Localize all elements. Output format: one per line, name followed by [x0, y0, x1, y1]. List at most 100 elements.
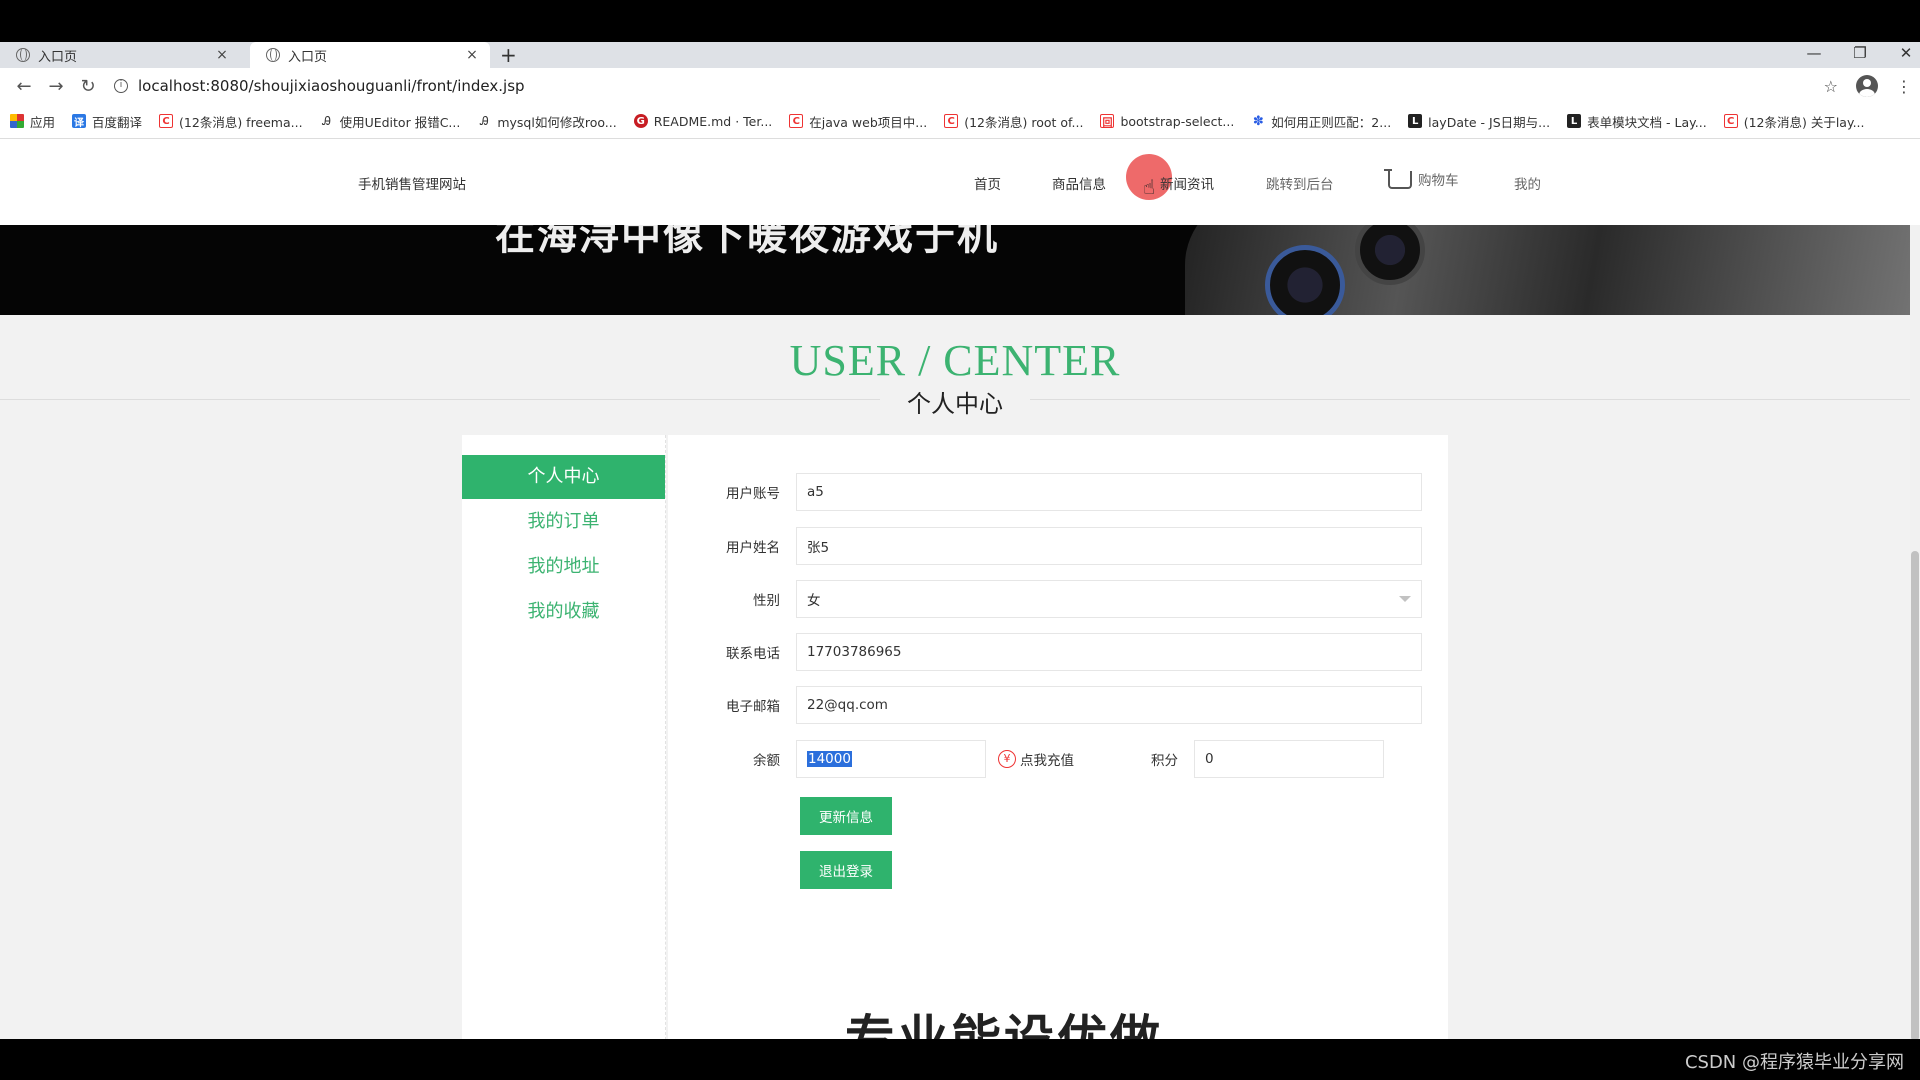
globe-icon	[266, 48, 280, 62]
tab-title: 入口页	[38, 49, 78, 65]
sidebar-item-orders[interactable]: 我的订单	[462, 500, 665, 544]
balance-label: 余额	[753, 753, 780, 769]
nav-mine[interactable]: 我的	[1514, 173, 1541, 193]
points-input[interactable]: 0	[1194, 740, 1384, 778]
lay-icon: L	[1408, 114, 1423, 128]
page-viewport: 手机销售管理网站 首页 商品信息 新闻资讯 ☝ 跳转到后台 购物车 我的 在海浔…	[0, 139, 1920, 1039]
bookmark-item[interactable]: 应用	[10, 112, 55, 131]
bookmark-item[interactable]: G README.md · Ter...	[633, 114, 772, 129]
csdn-icon: C	[1723, 114, 1738, 128]
browser-tab-1[interactable]: 入口页 ×	[0, 42, 240, 68]
bookmark-item[interactable]: Ꭿmysql如何修改roo...	[477, 112, 617, 131]
bootstrap-icon: 回	[1100, 114, 1115, 129]
gender-select[interactable]: 女	[796, 580, 1422, 618]
tab-title: 入口页	[288, 49, 328, 65]
back-icon[interactable]: ←	[8, 76, 40, 97]
new-tab-button[interactable]: +	[500, 42, 517, 68]
nav-news[interactable]: 新闻资讯	[1160, 173, 1214, 193]
nav-home[interactable]: 首页	[974, 173, 1001, 193]
bookmark-label: 在java web项目中...	[809, 114, 928, 130]
email-input[interactable]: 22@qq.com	[796, 686, 1422, 724]
bookmark-item[interactable]: 译百度翻译	[72, 112, 142, 131]
bookmark-item[interactable]: 回 bootstrap-select...	[1100, 114, 1234, 129]
paw-icon: ✽	[1252, 113, 1264, 129]
browser-menu-icon[interactable]: ⋮	[1896, 77, 1912, 96]
update-info-button[interactable]: 更新信息	[800, 797, 892, 835]
bookmark-item[interactable]: ✽ 如何用正则匹配：2...	[1251, 112, 1391, 131]
hand-cursor-icon: ☝	[1143, 175, 1156, 199]
camera-lens	[1355, 225, 1425, 285]
a-icon: Ꭿ	[322, 113, 331, 128]
form-row-gender: 性别 女	[708, 580, 1422, 618]
email-label: 电子邮箱	[726, 699, 780, 715]
tab-close-icon[interactable]: ×	[464, 47, 480, 63]
nav-backend[interactable]: 跳转到后台	[1266, 173, 1334, 193]
gender-value: 女	[807, 593, 821, 609]
bookmark-item[interactable]: LlayDate - JS日期与...	[1408, 112, 1550, 131]
csdn-icon: C	[789, 114, 804, 128]
sidebar-item-address[interactable]: 我的地址	[462, 545, 665, 589]
globe-icon	[16, 48, 30, 62]
bookmark-label: 应用	[30, 114, 56, 130]
bookmark-label: layDate - JS日期与...	[1428, 114, 1551, 130]
window-close-icon[interactable]: ✕	[1886, 42, 1920, 68]
site-name[interactable]: 手机销售管理网站	[358, 173, 466, 193]
bookmark-label: 表单模块文档 - Lay...	[1587, 114, 1707, 130]
info-icon[interactable]: i	[114, 79, 128, 93]
phone-input[interactable]: 17703786965	[796, 633, 1422, 671]
sidebar-item-favorites[interactable]: 我的收藏	[462, 590, 665, 634]
forward-icon[interactable]: →	[40, 76, 72, 97]
bookmark-label: (12条消息) 关于lay...	[1743, 114, 1865, 130]
scroll-thumb[interactable]	[1911, 551, 1919, 1039]
sidebar-item-profile[interactable]: 个人中心	[462, 455, 665, 499]
nav-cart[interactable]: 购物车	[1384, 169, 1459, 189]
bookmark-item[interactable]: C (12条消息) 关于lay...	[1723, 112, 1865, 131]
banner-carousel[interactable]: 在海浔中像下暖夜游戏于机	[0, 225, 1910, 315]
recharge-label: 点我充值	[1020, 753, 1074, 769]
section-title-en: USER / CENTER	[789, 336, 1121, 385]
bookmark-item[interactable]: C (12条消息) root of...	[944, 112, 1083, 131]
bookmark-label: 如何用正则匹配：2...	[1271, 114, 1392, 130]
bookmark-label: mysql如何修改roo...	[497, 114, 617, 130]
user-sidebar: 个人中心 我的订单 我的地址 我的收藏	[462, 435, 666, 1039]
account-input[interactable]: a5	[796, 473, 1422, 511]
nav-products[interactable]: 商品信息	[1052, 173, 1106, 193]
bookmark-label: 百度翻译	[92, 114, 143, 130]
tab-strip: 入口页 × 入口页 × + — ❐ ✕	[0, 42, 1920, 68]
page-scrollbar[interactable]	[1910, 225, 1920, 1039]
section-title-cn: 个人中心	[880, 384, 1030, 419]
url-field[interactable]: i localhost:8080/shoujixiaoshouguanli/fr…	[114, 77, 525, 95]
form-row-account: 用户账号 a5	[708, 473, 1422, 511]
yen-icon: ¥	[998, 750, 1016, 768]
reload-icon[interactable]: ↻	[72, 76, 104, 97]
apps-icon	[10, 114, 24, 128]
camera-lens	[1265, 245, 1345, 315]
name-input[interactable]: 张5	[796, 527, 1422, 565]
logout-button[interactable]: 退出登录	[800, 851, 892, 889]
browser-chrome: 入口页 × 入口页 × + — ❐ ✕ ← → ↻ i localhost:80…	[0, 42, 1920, 139]
bookmark-star-icon[interactable]: ☆	[1824, 77, 1838, 96]
bookmark-item[interactable]: C (12条消息) freema...	[159, 112, 303, 131]
account-label: 用户账号	[726, 486, 780, 502]
bookmark-item[interactable]: L 表单模块文档 - Lay...	[1567, 112, 1707, 131]
form-row-phone: 联系电话 17703786965	[708, 633, 1422, 671]
tab-close-icon[interactable]: ×	[214, 47, 230, 63]
chevron-down-icon	[1399, 596, 1411, 602]
gitee-icon: G	[633, 114, 648, 128]
bookmark-item[interactable]: C 在java web项目中...	[789, 112, 927, 131]
balance-input[interactable]: 14000	[796, 740, 986, 778]
minimize-icon[interactable]: —	[1794, 42, 1834, 68]
site-header: 手机销售管理网站 首页 商品信息 新闻资讯 ☝ 跳转到后台 购物车 我的	[0, 139, 1920, 225]
watermark: CSDN @程序猿毕业分享网	[1684, 1052, 1904, 1073]
profile-avatar-icon[interactable]	[1856, 75, 1878, 97]
points-label: 积分	[1151, 753, 1178, 769]
gender-label: 性别	[753, 593, 780, 609]
bookmark-label: (12条消息) freema...	[179, 114, 303, 130]
phone-label: 联系电话	[726, 646, 780, 662]
nav-cart-label: 购物车	[1418, 173, 1459, 189]
browser-tab-2[interactable]: 入口页 ×	[250, 42, 490, 68]
restore-icon[interactable]: ❐	[1840, 42, 1880, 68]
a-icon: Ꭿ	[480, 113, 489, 128]
recharge-link[interactable]: ¥ 点我充值	[998, 749, 1138, 769]
bookmark-item[interactable]: Ꭿ 使用UEditor 报错C...	[320, 112, 460, 131]
